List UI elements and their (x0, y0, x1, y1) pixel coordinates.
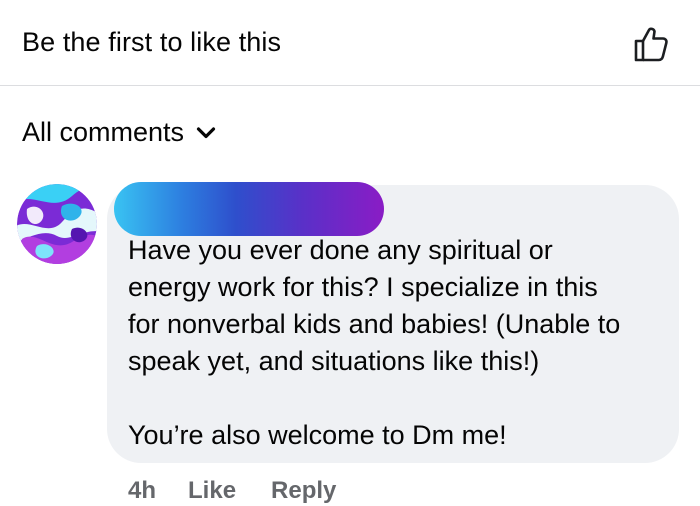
comments-filter-dropdown[interactable]: All comments (22, 114, 216, 150)
reply-button[interactable]: Reply (271, 477, 336, 505)
comment-text: Have you ever done any spiritual or ener… (128, 235, 621, 450)
likes-summary-text: Be the first to like this (22, 27, 282, 57)
comments-filter-label: All comments (22, 116, 185, 147)
thumbs-up-icon[interactable] (630, 24, 670, 64)
comment-timestamp[interactable]: 4h (128, 477, 156, 505)
avatar[interactable] (17, 184, 97, 264)
comment-actions: 4h Like Reply (128, 475, 371, 506)
chevron-down-icon (196, 127, 216, 139)
like-button[interactable]: Like (188, 477, 236, 505)
comments-panel: Be the first to like this All comments H… (0, 0, 700, 506)
redacted-author-name (114, 182, 384, 236)
likes-summary-row: Be the first to like this (0, 0, 700, 86)
